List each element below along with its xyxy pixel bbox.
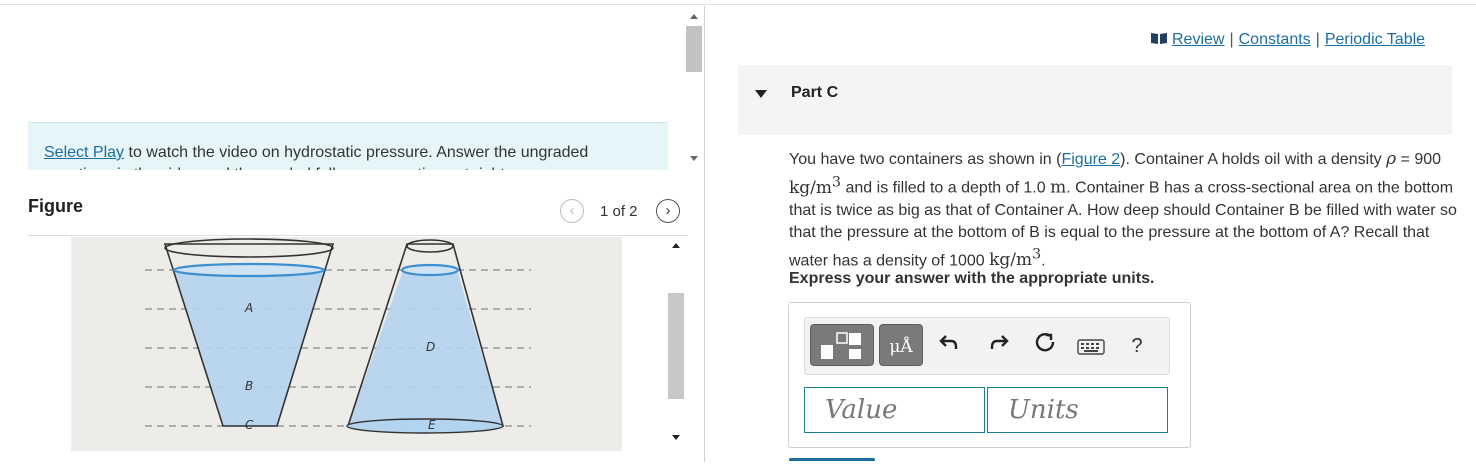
scroll-thumb[interactable] [686,26,702,72]
label-e: E [428,418,436,432]
value-input[interactable]: Value [804,387,985,433]
link-separator: | [1315,31,1320,48]
intro-body: to watch the video on hydrostatic pressu… [44,144,589,170]
question-segment: = 900 [1396,151,1442,168]
templates-button[interactable] [810,324,874,366]
link-separator: | [1229,31,1234,48]
select-play-link[interactable]: Select Play [44,144,124,161]
collapse-triangle-icon[interactable] [755,90,767,98]
density-unit: kg/m3 [989,246,1042,271]
container-a-rim [164,238,334,258]
submit-button-edge[interactable] [789,458,875,461]
review-link[interactable]: Review [1172,31,1224,48]
containers-drawing: A B C D E [145,238,531,434]
intro-text: Select Play to watch the video on hydros… [44,142,644,170]
figure-scrollbar[interactable] [666,238,686,450]
unit-text: kg/m [989,250,1033,271]
label-b: B [245,379,253,393]
figure-pager: 1 of 2 [600,203,638,220]
chevron-left-icon: ‹ [569,202,575,219]
undo-icon[interactable] [935,330,963,362]
keyboard-icon[interactable] [1077,334,1105,366]
intro-scrollbar[interactable] [684,8,704,168]
constants-link[interactable]: Constants [1239,31,1311,48]
math-toolbar: μÅ ? [804,317,1170,375]
rho-symbol: ρ [1386,149,1397,169]
scroll-thumb[interactable] [668,293,684,399]
container-a-surface [172,262,326,278]
redo-icon[interactable] [985,330,1013,362]
help-button[interactable]: ? [1123,330,1151,362]
figure-title: Figure [28,196,84,216]
unit-exponent: 3 [832,174,842,190]
reset-icon[interactable] [1031,330,1059,362]
units-symbol-button[interactable]: μÅ [879,324,923,366]
scroll-up-icon[interactable] [672,243,680,248]
container-b-base [346,418,504,434]
label-c: C [245,418,254,432]
templates-icon [821,332,861,359]
label-a: A [244,301,253,315]
question-segment: . [1041,252,1046,270]
figure-header: Figure ‹ 1 of 2 › [28,186,688,236]
figure-2-link[interactable]: Figure 2 [1061,151,1120,168]
top-divider [0,4,1476,5]
density-unit: kg/m3 [789,174,841,198]
container-b-surface [400,263,460,277]
answer-instruction: Express your answer with the appropriate… [789,270,1155,287]
unit-exponent: 3 [1032,246,1042,263]
prev-figure-button[interactable]: ‹ [560,199,584,223]
question-segment: You have two containers as shown in ( [789,151,1062,168]
resource-links: Review | Constants | Periodic Table [1150,31,1425,49]
answer-box: μÅ ? Value Units [788,302,1191,448]
meter-unit: m [1050,177,1067,198]
periodic-table-link[interactable]: Periodic Table [1325,31,1425,48]
part-title: Part C [791,84,839,101]
column-divider [704,6,705,462]
question-segment: ). Container A holds oil with a density [1120,151,1387,168]
next-figure-button[interactable]: › [656,199,680,223]
intro-banner: Select Play to watch the video on hydros… [28,122,668,170]
units-input[interactable]: Units [987,387,1168,433]
book-icon [1151,33,1167,44]
question-segment: and is filled to a depth of 1.0 [841,179,1051,197]
question-text: You have two containers as shown in (Fig… [789,148,1457,272]
container-b-rim [406,239,454,253]
label-d: D [426,340,435,354]
figure-image: A B C D E [71,237,622,451]
unit-text: kg/m [789,177,833,198]
part-c-header[interactable]: Part C [738,65,1452,135]
scroll-down-icon[interactable] [672,435,680,440]
chevron-right-icon: › [665,202,671,219]
scroll-up-icon[interactable] [690,14,698,19]
scroll-down-icon[interactable] [690,156,698,161]
